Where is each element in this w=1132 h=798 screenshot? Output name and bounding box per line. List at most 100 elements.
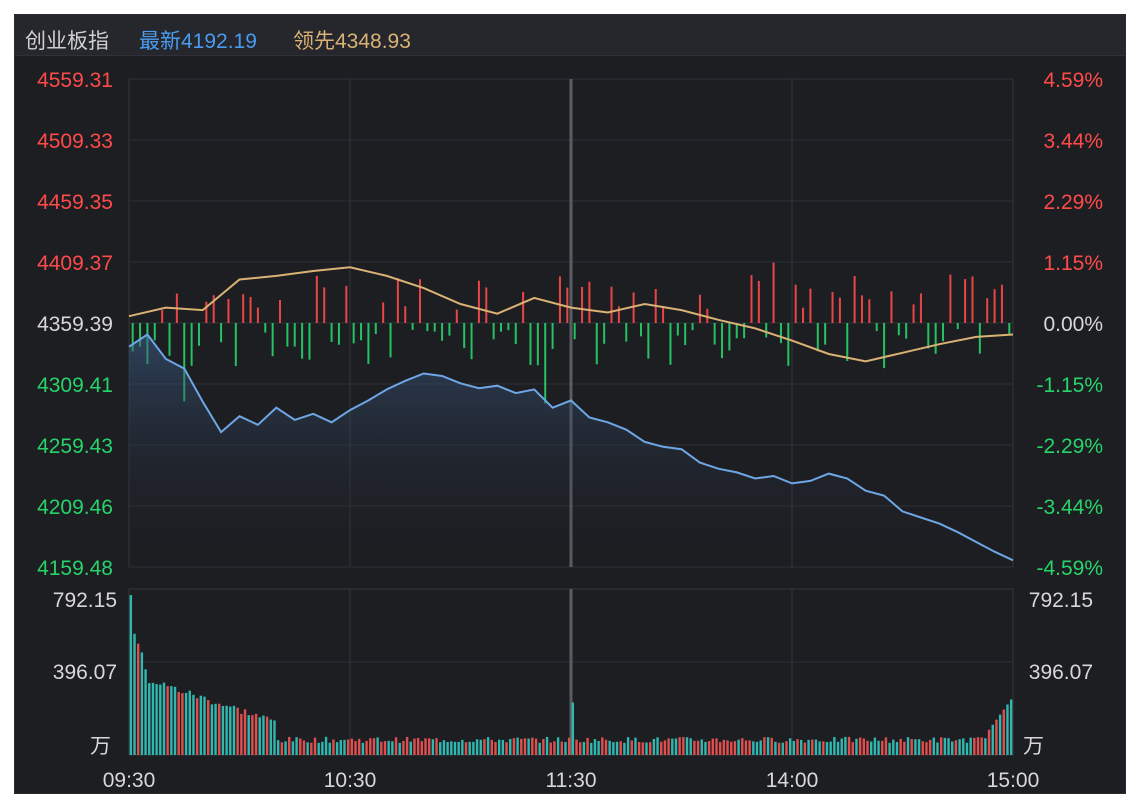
volume-bar xyxy=(269,719,273,755)
momentum-bar xyxy=(662,305,665,324)
volume-bar xyxy=(858,737,862,755)
volume-bar xyxy=(560,741,563,755)
y-tick-right: -2.29% xyxy=(1036,435,1103,458)
volume-bar xyxy=(472,741,475,755)
volume-bar xyxy=(881,740,884,755)
momentum-bar xyxy=(846,323,849,362)
vol-unit-left: 万 xyxy=(90,735,111,758)
volume-bar xyxy=(645,742,648,755)
volume-bar xyxy=(969,737,972,755)
momentum-bar xyxy=(735,323,738,339)
volume-bar xyxy=(324,736,328,755)
volume-bar xyxy=(752,741,755,755)
volume-bar xyxy=(306,742,309,755)
volume-bar xyxy=(177,691,180,755)
y-tick-left: 4309.41 xyxy=(37,374,113,397)
volume-bar xyxy=(435,738,438,755)
momentum-bar xyxy=(824,323,827,345)
volume-bar xyxy=(265,716,269,755)
momentum-bar xyxy=(522,291,525,324)
volume-bar xyxy=(995,719,998,755)
momentum-bar xyxy=(588,281,591,324)
volume-bar xyxy=(501,739,505,755)
volume-bar xyxy=(733,741,737,755)
volume-bar xyxy=(899,738,902,755)
volume-bar xyxy=(976,737,980,755)
momentum-bar xyxy=(853,276,856,324)
intraday-chart[interactable]: 4559.31 4509.33 4459.35 4409.37 4359.39 4309.… xyxy=(15,15,1127,795)
momentum-bar xyxy=(897,323,900,336)
volume-bar xyxy=(564,742,567,755)
volume-bar xyxy=(365,740,368,755)
momentum-bar xyxy=(647,323,650,359)
volume-bar xyxy=(755,741,759,755)
y-tick-right: 0.00% xyxy=(1043,313,1103,336)
volume-bar xyxy=(380,741,383,755)
volume-bar xyxy=(232,705,236,755)
momentum-bar xyxy=(323,287,326,324)
volume-bar xyxy=(877,740,880,755)
momentum-bar xyxy=(426,323,429,332)
volume-bar xyxy=(833,737,836,755)
volume-bar xyxy=(339,740,342,755)
volume-bar xyxy=(829,741,832,755)
volume-bar xyxy=(203,696,206,755)
momentum-bar xyxy=(787,323,790,366)
volume-bar xyxy=(844,736,847,755)
volume-bar xyxy=(302,740,306,755)
y-tick-left: 4509.33 xyxy=(37,130,113,153)
momentum-bar xyxy=(684,323,687,346)
momentum-bar xyxy=(779,323,782,344)
volume-bar xyxy=(652,738,656,755)
momentum-bar xyxy=(625,323,628,342)
volume-bar xyxy=(965,742,969,755)
volume-bar xyxy=(685,737,689,755)
volume-bar xyxy=(1002,709,1005,755)
momentum-bar xyxy=(256,307,259,324)
momentum-bar xyxy=(220,323,223,343)
volume-bar xyxy=(637,741,641,755)
volume-bar xyxy=(608,740,611,755)
volume-bar xyxy=(354,741,357,755)
volume-bar xyxy=(534,738,538,755)
volume-bar xyxy=(346,739,350,755)
momentum-bar xyxy=(367,323,370,364)
volume-bar xyxy=(431,739,435,755)
momentum-bar xyxy=(698,294,701,324)
volume-bar xyxy=(225,705,228,755)
momentum-bar xyxy=(816,323,819,352)
volume-bar xyxy=(770,737,773,755)
volume-bar xyxy=(538,742,541,755)
momentum-bar xyxy=(485,287,488,324)
volume-bar xyxy=(954,740,958,755)
vol-unit-right: 万 xyxy=(1023,735,1044,758)
momentum-bar xyxy=(802,307,805,324)
momentum-bar xyxy=(669,323,672,365)
volume-bar xyxy=(144,669,147,755)
momentum-bar xyxy=(168,323,171,356)
volume-bar xyxy=(781,742,784,755)
volume-bar xyxy=(251,715,254,755)
volume-bar xyxy=(497,739,501,755)
momentum-bar xyxy=(691,323,694,331)
volume-bar xyxy=(895,741,899,755)
volume-bar xyxy=(737,739,740,755)
volume-bar xyxy=(405,736,409,755)
momentum-bar xyxy=(772,262,775,324)
volume-bar xyxy=(479,739,482,755)
momentum-bar xyxy=(757,280,760,324)
volume-bar xyxy=(442,740,446,755)
momentum-bar xyxy=(433,323,436,332)
volume-bar xyxy=(140,652,144,755)
volume-bar xyxy=(726,740,729,755)
momentum-bar xyxy=(676,323,679,336)
momentum-bar xyxy=(279,300,282,324)
volume-bar xyxy=(984,738,987,755)
volume-bar xyxy=(151,682,155,755)
volume-bar xyxy=(936,742,939,755)
volume-bar xyxy=(678,737,681,755)
momentum-bar xyxy=(242,294,245,324)
volume-bar xyxy=(604,739,608,755)
volume-bar xyxy=(468,741,471,755)
volume-bar xyxy=(958,739,961,755)
